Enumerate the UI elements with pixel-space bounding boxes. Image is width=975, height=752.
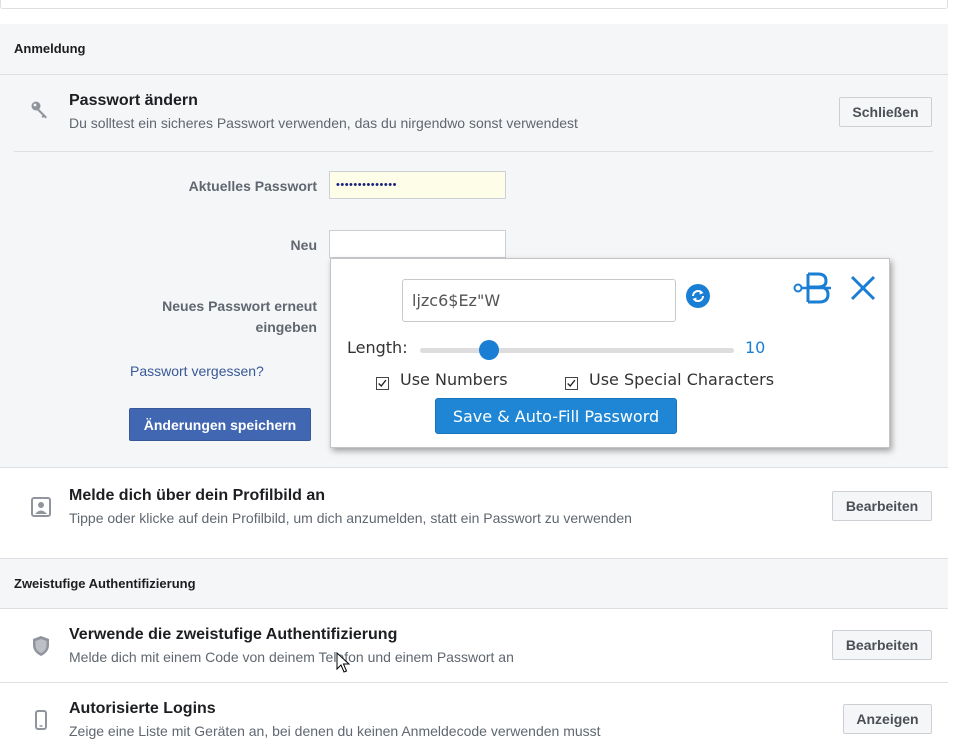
divider: [14, 151, 933, 152]
two-factor-title: Verwende die zweistufige Authentifizieru…: [69, 626, 398, 643]
use-numbers-label: Use Numbers: [400, 370, 508, 389]
checkmark-icon: [378, 379, 387, 388]
profile-picture-icon: [31, 497, 51, 517]
password-change-description: Du solltest ein sicheres Passwort verwen…: [69, 115, 578, 131]
new-password-label: Neu: [290, 237, 317, 253]
mobile-phone-icon: [35, 710, 47, 730]
length-label: Length:: [347, 338, 408, 357]
two-factor-edit-button[interactable]: Bearbeiten: [832, 630, 932, 660]
repeat-password-label-line1: Neues Passwort erneut: [162, 298, 317, 314]
current-password-label: Aktuelles Passwort: [188, 178, 317, 194]
save-changes-button[interactable]: Änderungen speichern: [129, 408, 311, 441]
top-card-edge: [0, 0, 948, 9]
shield-icon: [33, 636, 49, 656]
password-change-title: Passwort ändern: [69, 92, 198, 109]
close-icon[interactable]: [849, 274, 877, 302]
repeat-password-label: Neues Passwort erneut eingeben: [120, 296, 317, 338]
key-icon: [31, 101, 47, 119]
bitwarden-logo-icon: [793, 272, 831, 304]
section-header-two-factor: Zweistufige Authentifizierung: [0, 558, 948, 609]
profile-login-title: Melde dich über dein Profilbild an: [69, 487, 326, 504]
row-separator: [0, 682, 948, 683]
use-special-characters-checkbox[interactable]: [565, 377, 578, 390]
password-generator-popup: ljzc6$Ez"W Length: 10 Use Numbers Use Sp…: [330, 258, 890, 448]
generated-password-field[interactable]: ljzc6$Ez"W: [402, 279, 676, 322]
refresh-icon[interactable]: [685, 283, 711, 309]
forgot-password-link[interactable]: Passwort vergessen?: [130, 363, 264, 379]
use-special-characters-label: Use Special Characters: [589, 370, 775, 389]
checkmark-icon: [567, 379, 576, 388]
authorized-logins-description: Zeige eine Liste mit Geräten an, bei den…: [69, 723, 601, 739]
authorized-logins-show-button[interactable]: Anzeigen: [843, 704, 932, 734]
save-autofill-button[interactable]: Save & Auto-Fill Password: [435, 398, 677, 434]
mouse-cursor-icon: [336, 652, 350, 673]
profile-login-description: Tippe oder klicke auf dein Profilbild, u…: [69, 510, 632, 526]
length-slider[interactable]: [420, 340, 734, 360]
new-password-input[interactable]: [329, 230, 506, 258]
length-slider-thumb[interactable]: [479, 340, 500, 360]
current-password-input[interactable]: ••••••••••••••: [329, 171, 506, 199]
use-numbers-checkbox[interactable]: [376, 377, 389, 390]
profile-login-edit-button[interactable]: Bearbeiten: [832, 491, 932, 521]
repeat-password-label-line2: eingeben: [255, 319, 317, 335]
two-factor-description: Melde dich mit einem Code von deinem Tel…: [69, 649, 514, 665]
length-value: 10: [745, 338, 766, 357]
close-button[interactable]: Schließen: [839, 97, 932, 127]
authorized-logins-title: Autorisierte Logins: [69, 700, 216, 717]
section-header-login: Anmeldung: [0, 24, 948, 75]
